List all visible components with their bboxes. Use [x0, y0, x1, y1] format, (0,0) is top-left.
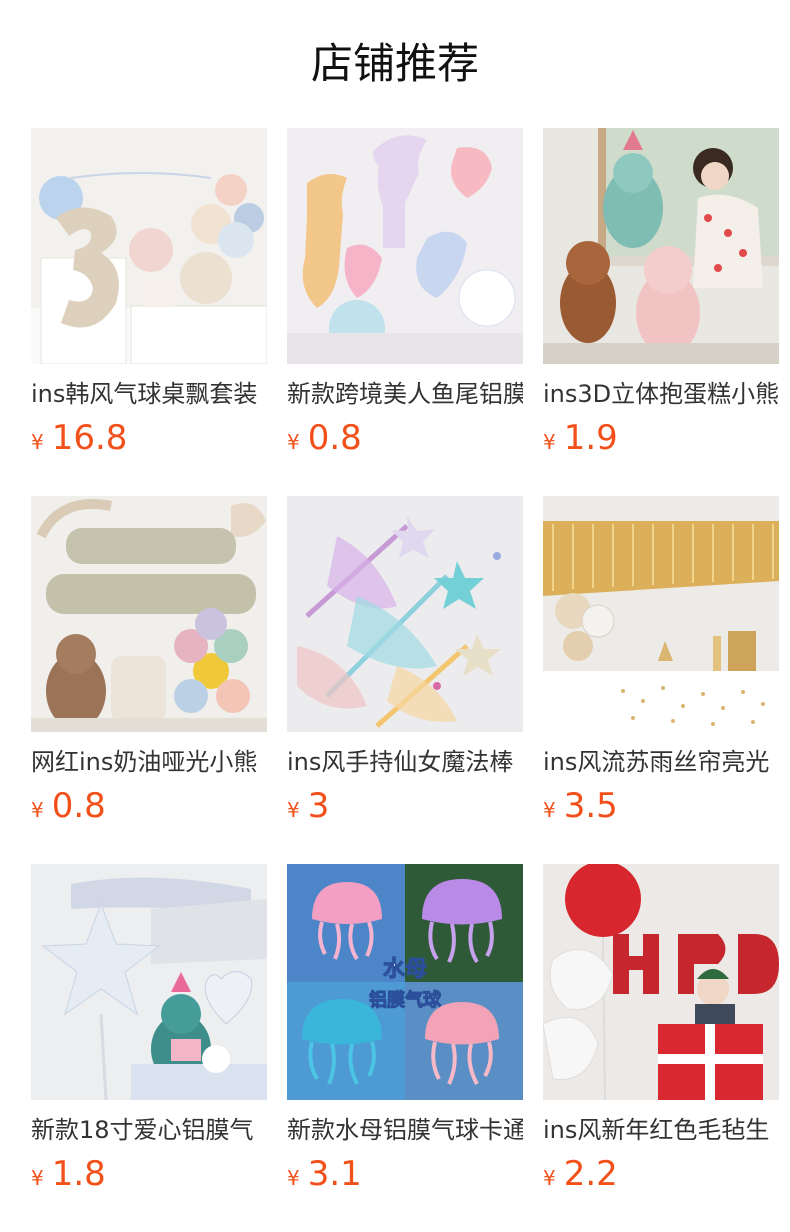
- balloon-number-3-image: [31, 128, 267, 364]
- product-card[interactable]: ins韩风气球桌飘套装 ¥16.8: [31, 128, 267, 458]
- price-amount: 0.8: [307, 418, 362, 458]
- product-image[interactable]: 水母 铝膜气球: [287, 864, 523, 1100]
- product-price: ¥3: [287, 786, 523, 826]
- product-image[interactable]: [543, 864, 779, 1100]
- product-price: ¥0.8: [31, 786, 267, 826]
- price-amount: 1.9: [563, 418, 618, 458]
- product-card[interactable]: ins风手持仙女魔法棒 ¥3: [287, 496, 523, 826]
- currency-symbol: ¥: [31, 1166, 44, 1190]
- bear-cake-balloon-image: [543, 128, 779, 364]
- currency-symbol: ¥: [31, 798, 44, 822]
- product-card[interactable]: 新款18寸爱心铝膜气 ¥1.8: [31, 864, 267, 1194]
- iridescent-star-heart-balloon-image: [31, 864, 267, 1100]
- product-price: ¥2.2: [543, 1154, 779, 1194]
- overlay-text-foil-balloon: 铝膜气球: [369, 989, 442, 1011]
- overlay-text-jellyfish: 水母: [383, 957, 427, 982]
- product-price: ¥1.8: [31, 1154, 267, 1194]
- product-price: ¥1.9: [543, 418, 779, 458]
- fairy-wand-image: [287, 496, 523, 732]
- product-price: ¥0.8: [287, 418, 523, 458]
- price-amount: 3.1: [307, 1154, 362, 1194]
- product-image[interactable]: [31, 496, 267, 732]
- product-price: ¥16.8: [31, 418, 267, 458]
- product-card[interactable]: ins风新年红色毛毡生 ¥2.2: [543, 864, 779, 1194]
- currency-symbol: ¥: [287, 798, 300, 822]
- product-name[interactable]: ins风流苏雨丝帘亮光: [543, 746, 779, 778]
- price-amount: 3.5: [563, 786, 618, 826]
- price-amount: 16.8: [51, 418, 128, 458]
- product-image[interactable]: [31, 128, 267, 364]
- product-card[interactable]: 新款跨境美人鱼尾铝膜 ¥0.8: [287, 128, 523, 458]
- currency-symbol: ¥: [287, 430, 300, 454]
- product-price: ¥3.1: [287, 1154, 523, 1194]
- currency-symbol: ¥: [543, 430, 556, 454]
- product-name[interactable]: ins风手持仙女魔法棒: [287, 746, 523, 778]
- price-amount: 1.8: [51, 1154, 106, 1194]
- price-amount: 3: [307, 786, 330, 826]
- red-felt-letters-image: [543, 864, 779, 1100]
- product-image[interactable]: [31, 864, 267, 1100]
- product-card[interactable]: 网红ins奶油哑光小熊 ¥0.8: [31, 496, 267, 826]
- product-name[interactable]: ins风新年红色毛毡生: [543, 1114, 779, 1146]
- jellyfish-balloon-image: 水母 铝膜气球: [287, 864, 523, 1100]
- price-amount: 0.8: [51, 786, 106, 826]
- product-image[interactable]: [543, 496, 779, 732]
- mermaid-tail-balloon-image: [287, 128, 523, 364]
- currency-symbol: ¥: [31, 430, 44, 454]
- product-image[interactable]: [287, 496, 523, 732]
- gold-tinsel-curtain-image: [543, 496, 779, 732]
- price-amount: 2.2: [563, 1154, 618, 1194]
- product-image[interactable]: [287, 128, 523, 364]
- product-card[interactable]: ins风流苏雨丝帘亮光 ¥3.5: [543, 496, 779, 826]
- happy-birthday-letters-image: [31, 496, 267, 732]
- product-name[interactable]: 新款18寸爱心铝膜气: [31, 1114, 267, 1146]
- product-card[interactable]: ins3D立体抱蛋糕小熊 ¥1.9: [543, 128, 779, 458]
- product-name[interactable]: 网红ins奶油哑光小熊: [31, 746, 267, 778]
- product-price: ¥3.5: [543, 786, 779, 826]
- product-name[interactable]: ins3D立体抱蛋糕小熊: [543, 378, 779, 410]
- product-name[interactable]: ins韩风气球桌飘套装: [31, 378, 267, 410]
- product-name[interactable]: 新款跨境美人鱼尾铝膜: [287, 378, 523, 410]
- product-image[interactable]: [543, 128, 779, 364]
- currency-symbol: ¥: [287, 1166, 300, 1190]
- product-card[interactable]: 水母 铝膜气球 新款水母铝膜气球卡通 ¥3.1: [287, 864, 523, 1194]
- product-name[interactable]: 新款水母铝膜气球卡通: [287, 1114, 523, 1146]
- page-title: 店铺推荐: [310, 39, 479, 88]
- currency-symbol: ¥: [543, 1166, 556, 1190]
- currency-symbol: ¥: [543, 798, 556, 822]
